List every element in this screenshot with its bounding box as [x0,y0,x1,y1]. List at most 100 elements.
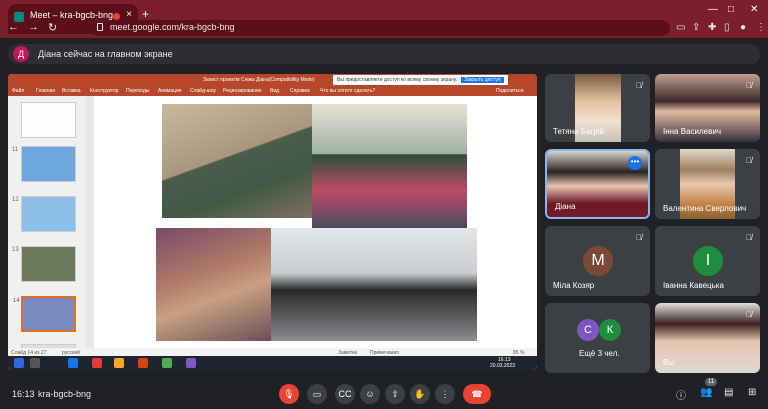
screen-share-notice: Вы предоставляете доступ ко всему своему… [333,75,508,85]
menu-home[interactable]: Главная [36,88,55,94]
self-name: Вы [663,358,675,367]
menu-slideshow[interactable]: Слайд-шоу [190,88,216,94]
ppt-ribbon-menu: Файл Главная Вставка Конструктор Переход… [8,86,537,96]
forward-icon[interactable]: → [28,21,39,33]
menu-design[interactable]: Конструктор [90,88,119,94]
url-text: meet.google.com/kra-bgcb-bng [110,22,235,32]
participant-name: Тетяна Багрій [553,127,605,136]
mic-off-icon: 🎙̸ [746,233,752,242]
share-notice-text: Вы предоставляете доступ ко всему своему… [337,77,458,83]
reload-icon[interactable]: ↻ [48,21,57,34]
more-participants-label: Ещё 3 чел. [579,349,620,358]
folder-icon[interactable] [114,358,124,368]
minimize-icon[interactable]: — [708,4,718,15]
slide-thumb[interactable] [21,102,76,138]
maximize-icon[interactable]: □ [728,4,734,15]
camera-icon[interactable]: ▭ [676,22,685,33]
presenter-avatar: Д [13,46,29,62]
menu-help[interactable]: Справка [290,88,310,94]
windows-start-icon[interactable] [14,358,24,368]
mic-off-icon: 🎙̸ [746,310,752,319]
profile-icon[interactable]: ● [740,22,746,33]
self-tile[interactable]: 🎙̸ Вы [655,303,760,373]
mic-off-icon: 🎙̸ [636,233,642,242]
slide-thumb-12[interactable]: 12 [12,196,76,232]
chrome-icon[interactable] [162,358,172,368]
viber-icon[interactable] [186,358,196,368]
present-button[interactable]: ⇧ [385,384,405,404]
menu-icon[interactable]: ⋮ [756,22,766,33]
slide-canvas[interactable] [94,96,537,361]
participant-avatar: І [693,246,723,276]
participant-name: Валентина Сверлович [663,204,747,213]
slide-thumb-13[interactable]: 13 [12,246,76,282]
menu-review[interactable]: Рецензирование [223,88,262,94]
leave-call-button[interactable]: ☎ [463,384,491,404]
emoji-button[interactable]: ☺ [360,384,380,404]
more-options-icon[interactable]: ••• [628,156,642,170]
meeting-time: 16:13 [12,389,35,399]
chat-icon[interactable]: ▤ [724,387,733,398]
menu-tell-me[interactable]: Что вы хотите сделать? [320,88,375,94]
mic-off-icon: 🎙̸ [746,81,752,90]
participant-tile[interactable]: 🎙̸ Інна Василевич [655,74,760,142]
ppt-title-text: Захист проектів Сніжа Діана(Compatibilit… [203,77,315,83]
presenting-banner: Д Діана сейчас на главном экране [0,38,768,68]
thumb-number: 11 [12,147,19,153]
menu-view[interactable]: Вид [270,88,279,94]
share-icon[interactable]: ⇪ [692,22,700,33]
participant-tile[interactable]: М 🎙̸ Міла Козяр [545,226,650,296]
people-icon[interactable]: 👥 [700,387,712,398]
thumb-number: 14 [13,298,20,304]
meet-control-bar: 16:13 kra-bgcb-bng 🎙 ▭ CC ☺ ⇧ ✋ ⋮ ☎ ⓘ 👥 … [0,378,768,409]
participant-name: Міла Козяр [553,281,595,290]
mic-off-icon: 🎙̸ [636,81,642,90]
menu-animation[interactable]: Анимация [158,88,181,94]
back-icon[interactable]: ← [8,21,19,33]
captions-button[interactable]: CC [335,384,355,404]
thumb-number: 13 [12,247,19,253]
participant-tile[interactable]: 🎙̸ Тетяна Багрій [545,74,650,142]
banner-text: Діана сейчас на главном экране [38,49,173,59]
activities-icon[interactable]: ⊞ [748,387,756,398]
slide-thumb-14[interactable]: 14 [13,296,76,332]
slide-photo-students-3 [156,228,271,341]
lock-icon [97,23,103,31]
slide-photo-students-1 [162,104,312,218]
search-icon[interactable] [30,358,40,368]
mic-toggle-button[interactable]: 🎙 [279,384,299,404]
clock-date: 20.03.2023 [490,363,516,369]
menu-insert[interactable]: Вставка [62,88,81,94]
powerpoint-icon[interactable] [138,358,148,368]
slide-thumbnails: 11 12 13 14 [8,96,86,361]
menu-transitions[interactable]: Переходы [126,88,149,94]
opera-icon[interactable] [92,358,102,368]
menu-share[interactable]: Поделиться [496,88,524,94]
mic-off-icon: 🎙̸ [746,156,752,165]
participant-avatar: К [599,319,621,341]
thumb-number: 12 [12,197,19,203]
raise-hand-button[interactable]: ✋ [410,384,430,404]
slide-photo-students-4 [271,228,477,341]
participant-tile-active[interactable]: ••• Діана [545,149,650,219]
menu-file[interactable]: Файл [12,88,24,94]
stop-sharing-button[interactable]: Закрыть доступ [461,77,504,83]
meeting-info-icon[interactable]: ⓘ [676,387,686,402]
participant-name: Іванна Кавецька [663,281,724,290]
participant-tile[interactable]: І 🎙̸ Іванна Кавецька [655,226,760,296]
shared-screen: Захист проектів Сніжа Діана(Compatibilit… [8,74,537,370]
participant-avatar: С [577,319,599,341]
edge-icon[interactable] [68,358,78,368]
close-window-icon[interactable]: ✕ [750,4,758,15]
participant-avatar: М [583,246,613,276]
address-bar[interactable]: meet.google.com/kra-bgcb-bng [90,20,670,36]
more-options-button[interactable]: ⋮ [435,384,455,404]
camera-toggle-button[interactable]: ▭ [307,384,327,404]
participant-tile[interactable]: 🎙̸ Валентина Сверлович [655,149,760,219]
slide-thumb-11[interactable]: 11 [12,146,76,182]
extensions-icon[interactable]: ✚ [708,22,716,33]
sidebar-icon[interactable]: ▯ [724,22,730,33]
participant-count-badge: 11 [705,378,718,386]
more-participants-tile[interactable]: С К Ещё 3 чел. [545,303,650,373]
participant-name: Діана [555,202,576,211]
